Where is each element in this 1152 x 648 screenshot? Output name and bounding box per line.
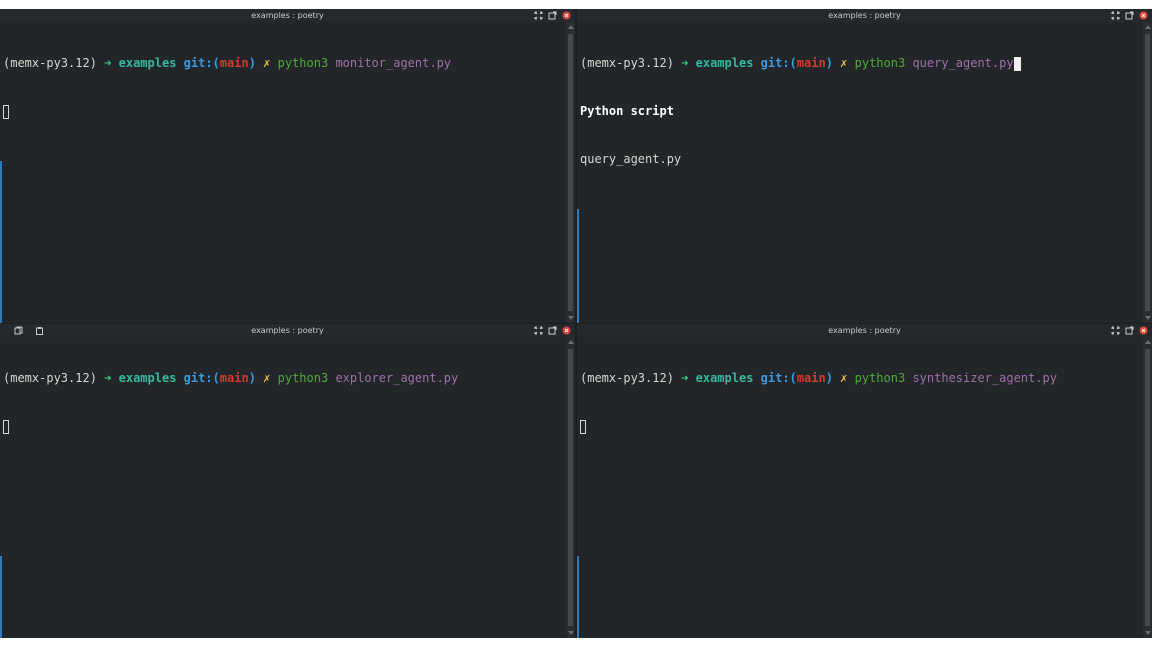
terminal-output[interactable]: (memx-py3.12) ➜ examples git:(main) ✗ py… — [3, 338, 561, 636]
git-label: git:( — [760, 56, 797, 70]
branch-label: main — [796, 56, 826, 70]
pane-titlebar: examples : poetry — [0, 9, 575, 22]
prompt-line: (memx-py3.12) ➜ examples git:(main) ✗ py… — [580, 55, 1138, 71]
maximize-icon[interactable] — [1111, 326, 1120, 335]
maximize-icon[interactable] — [534, 11, 543, 20]
close-icon[interactable] — [562, 11, 571, 20]
dirty-indicator: ✗ — [263, 56, 271, 70]
command: python3 — [854, 371, 906, 385]
scroll-down-icon[interactable] — [1145, 316, 1151, 320]
close-icon[interactable] — [562, 326, 571, 335]
detach-icon[interactable] — [548, 11, 557, 20]
cursor — [3, 419, 9, 434]
scroll-down-icon[interactable] — [1145, 631, 1151, 635]
scroll-up-icon[interactable] — [568, 25, 574, 29]
dirty-indicator: ✗ — [840, 371, 848, 385]
pane-title: examples : poetry — [828, 11, 901, 20]
output-line: query_agent.py — [580, 152, 682, 166]
command: python3 — [277, 56, 329, 70]
git-close: ) — [248, 56, 256, 70]
command-argument: explorer_agent.py — [335, 371, 459, 385]
scroll-up-icon[interactable] — [1145, 25, 1151, 29]
scrollbar[interactable] — [566, 337, 575, 638]
cwd-label: examples — [695, 371, 754, 385]
branch-label: main — [219, 56, 249, 70]
command: python3 — [277, 371, 329, 385]
scroll-down-icon[interactable] — [568, 316, 574, 320]
pane-titlebar: examples : poetry — [577, 9, 1152, 22]
venv-label: (memx-py3.12) — [580, 371, 674, 385]
scrollbar[interactable] — [1143, 337, 1152, 638]
branch-label: main — [219, 371, 249, 385]
pane-titlebar: examples : poetry — [577, 324, 1152, 337]
cursor — [3, 104, 9, 119]
close-icon[interactable] — [1139, 11, 1148, 20]
branch-label: main — [796, 371, 826, 385]
scrollbar-track[interactable] — [1145, 349, 1150, 626]
command-argument: query_agent.py — [912, 56, 1014, 70]
venv-label: (memx-py3.12) — [580, 56, 674, 70]
terminal-pane-bottom-right[interactable]: examples : poetry (memx-py3.12) ➜ exampl… — [577, 324, 1152, 638]
scroll-marker — [0, 161, 2, 323]
close-icon[interactable] — [1139, 326, 1148, 335]
terminal-pane-top-right[interactable]: examples : poetry (memx-py3.12) ➜ exampl… — [577, 9, 1152, 323]
dirty-indicator: ✗ — [840, 56, 848, 70]
prompt-line: (memx-py3.12) ➜ examples git:(main) ✗ py… — [3, 55, 561, 71]
cursor — [1013, 56, 1021, 71]
scroll-marker — [577, 209, 579, 323]
detach-icon[interactable] — [1125, 11, 1134, 20]
terminal-output[interactable]: (memx-py3.12) ➜ examples git:(main) ✗ py… — [3, 23, 561, 321]
prompt-line: (memx-py3.12) ➜ examples git:(main) ✗ py… — [580, 370, 1138, 386]
scroll-up-icon[interactable] — [1145, 340, 1151, 344]
pane-title: examples : poetry — [251, 11, 324, 20]
prompt-arrow: ➜ — [681, 56, 689, 70]
prompt-arrow: ➜ — [104, 371, 112, 385]
scrollbar[interactable] — [566, 22, 575, 323]
scroll-marker — [0, 556, 2, 638]
command-argument: synthesizer_agent.py — [912, 371, 1057, 385]
output-line: Python script — [580, 104, 674, 118]
venv-label: (memx-py3.12) — [3, 371, 97, 385]
prompt-arrow: ➜ — [681, 371, 689, 385]
terminal-output[interactable]: (memx-py3.12) ➜ examples git:(main) ✗ py… — [580, 23, 1138, 321]
pane-title: examples : poetry — [828, 326, 901, 335]
scrollbar-track[interactable] — [1145, 34, 1150, 311]
scroll-marker — [577, 556, 579, 638]
pane-title: examples : poetry — [251, 326, 324, 335]
maximize-icon[interactable] — [1111, 11, 1120, 20]
terminal-output[interactable]: (memx-py3.12) ➜ examples git:(main) ✗ py… — [580, 338, 1138, 636]
scrollbar[interactable] — [1143, 22, 1152, 323]
detach-icon[interactable] — [548, 326, 557, 335]
scrollbar-track[interactable] — [568, 34, 573, 311]
cursor — [580, 419, 586, 434]
git-close: ) — [825, 56, 833, 70]
maximize-icon[interactable] — [534, 326, 543, 335]
git-label: git:( — [183, 371, 220, 385]
git-close: ) — [825, 371, 833, 385]
venv-label: (memx-py3.12) — [3, 56, 97, 70]
terminal-window: examples : poetry (memx-py3.12) ➜ exampl… — [0, 9, 1152, 638]
terminal-pane-top-left[interactable]: examples : poetry (memx-py3.12) ➜ exampl… — [0, 9, 575, 323]
cwd-label: examples — [118, 56, 177, 70]
pane-titlebar: examples : poetry — [0, 324, 575, 337]
prompt-line: (memx-py3.12) ➜ examples git:(main) ✗ py… — [3, 370, 561, 386]
prompt-arrow: ➜ — [104, 56, 112, 70]
command: python3 — [854, 56, 906, 70]
git-label: git:( — [760, 371, 797, 385]
scroll-up-icon[interactable] — [568, 340, 574, 344]
scroll-down-icon[interactable] — [568, 631, 574, 635]
command-argument: monitor_agent.py — [335, 56, 452, 70]
terminal-pane-bottom-left[interactable]: examples : poetry (memx-py3.12) ➜ exampl… — [0, 324, 575, 638]
scrollbar-track[interactable] — [568, 349, 573, 626]
git-label: git:( — [183, 56, 220, 70]
detach-icon[interactable] — [1125, 326, 1134, 335]
cwd-label: examples — [695, 56, 754, 70]
git-close: ) — [248, 371, 256, 385]
dirty-indicator: ✗ — [263, 371, 271, 385]
cwd-label: examples — [118, 371, 177, 385]
